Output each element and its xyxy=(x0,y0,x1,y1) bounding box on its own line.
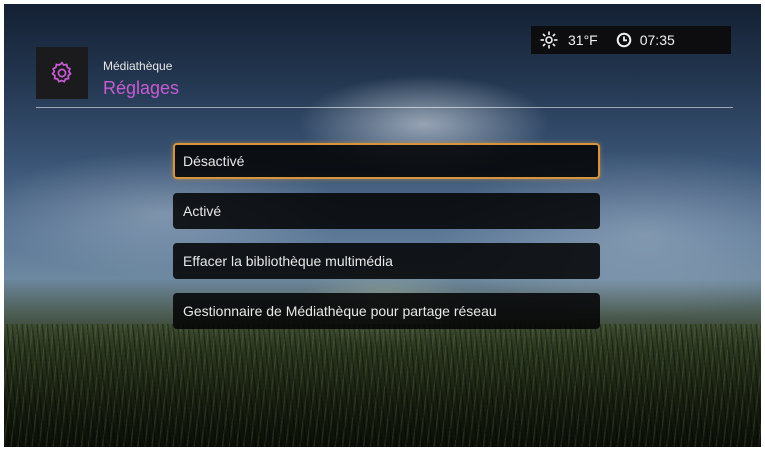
gear-icon xyxy=(51,61,72,83)
menu-item-enabled[interactable]: Activé xyxy=(173,193,600,229)
menu-item-network-share-manager[interactable]: Gestionnaire de Médiathèque pour partage… xyxy=(173,293,600,329)
menu-item-clear-library[interactable]: Effacer la bibliothèque multimédia xyxy=(173,243,600,279)
settings-menu: Désactivé Activé Effacer la bibliothèque… xyxy=(173,143,600,343)
menu-item-disabled[interactable]: Désactivé xyxy=(173,143,600,179)
settings-tile xyxy=(36,47,88,99)
menu-item-label: Désactivé xyxy=(183,153,245,169)
sun-icon xyxy=(540,31,558,49)
menu-item-label: Effacer la bibliothèque multimédia xyxy=(183,253,393,269)
header-divider xyxy=(36,107,733,108)
menu-item-label: Gestionnaire de Médiathèque pour partage… xyxy=(183,303,497,319)
clock-icon xyxy=(616,32,632,48)
menu-item-label: Activé xyxy=(183,203,222,219)
temperature-readout: 31°F xyxy=(568,32,598,48)
media-player-screen: Médiathèque Réglages 31°F 07:35 Désactiv… xyxy=(4,4,761,447)
status-bar: 31°F 07:35 xyxy=(531,26,731,54)
page-title: Réglages xyxy=(103,78,180,98)
section-subtitle: Médiathèque xyxy=(103,59,173,73)
clock-readout: 07:35 xyxy=(639,32,675,48)
